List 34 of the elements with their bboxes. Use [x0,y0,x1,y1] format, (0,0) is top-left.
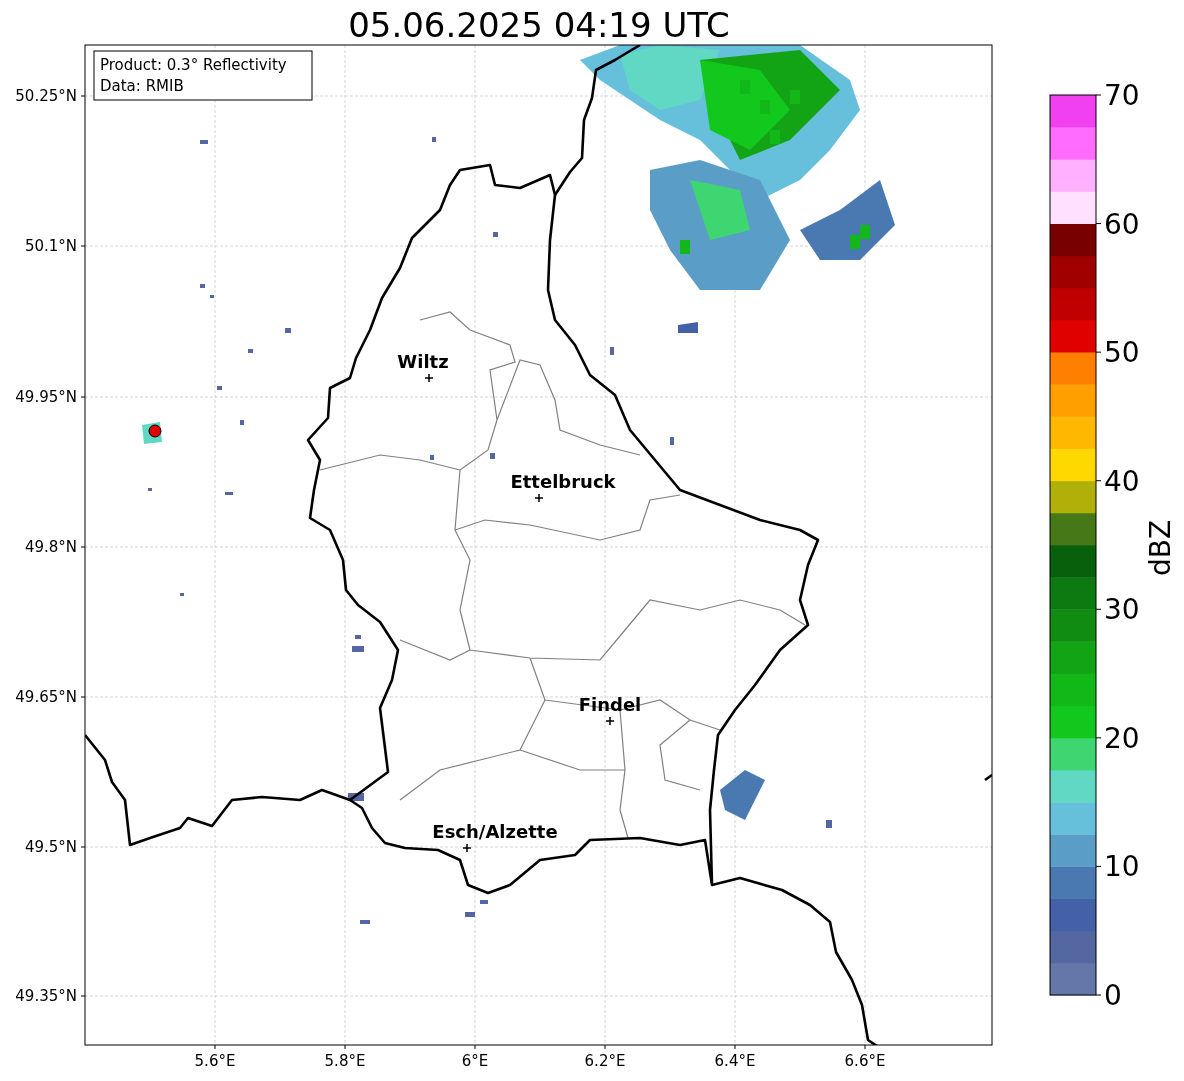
latitude-tick-label: 49.95°N [15,388,77,406]
colorbar-tick-label: 0 [1104,979,1122,1012]
city-marker-icon [462,843,472,853]
latitude-tick-label: 50.25°N [15,87,77,105]
city-marker-icon [424,373,434,383]
colorbar-title: dBZ [1144,519,1177,577]
colorbar-tick-label: 60 [1104,207,1140,241]
longitude-tick-label: 5.6°E [194,1052,236,1070]
latitude-tick-label: 49.35°N [15,987,77,1005]
city-marker-icon [534,493,544,503]
plot-title: 05.06.2025 04:19 UTC [348,5,730,45]
city-label: Wiltz [397,351,449,372]
longitude-tick-label: 6°E [461,1052,489,1070]
city-label: Esch/Alzette [432,821,558,842]
radar-site-icon [148,424,162,438]
longitude-tick-label: 5.8°E [324,1052,366,1070]
city-marker-icon [605,716,615,726]
colorbar-tick-label: 10 [1104,850,1140,884]
colorbar-tick-label: 30 [1104,593,1140,627]
longitude-tick-label: 6.6°E [844,1052,886,1070]
latitude-tick-label: 50.1°N [24,237,77,255]
colorbar-tick-label: 20 [1104,721,1140,755]
colorbar-tick-label: 40 [1104,464,1140,498]
info-text: Data: RMIB [100,77,184,95]
latitude-tick-label: 49.65°N [15,688,77,706]
colorbar-tick-label: 50 [1104,336,1140,370]
longitude-tick-label: 6.4°E [714,1052,756,1070]
latitude-tick-label: 49.8°N [24,538,77,556]
colorbar-tick-label: 70 [1104,79,1140,112]
latitude-tick-label: 49.5°N [24,838,77,856]
city-label: Findel [578,694,642,715]
city-label: Ettelbruck [510,471,616,492]
info-text: Product: 0.3° Reflectivity [100,56,287,74]
longitude-tick-label: 6.2°E [584,1052,626,1070]
